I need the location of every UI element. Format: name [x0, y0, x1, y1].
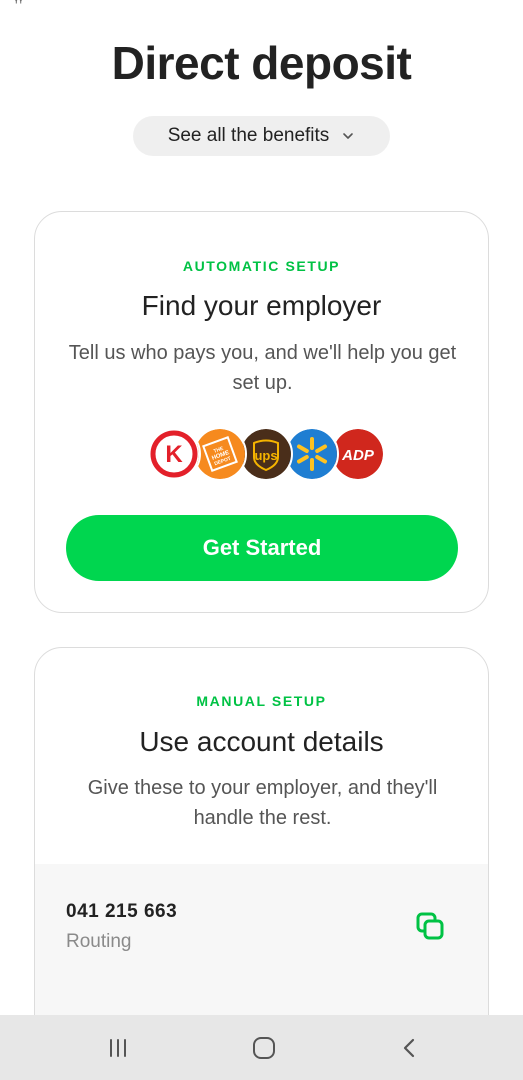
- employer-logos: K THE HOME DEPOT ups ADP: [147, 427, 387, 483]
- system-navigation-bar: [0, 1015, 523, 1080]
- automatic-setup-card: AUTOMATIC SETUP Find your employer Tell …: [34, 211, 489, 613]
- use-account-details-title: Use account details: [139, 726, 384, 757]
- page-title: Direct deposit: [111, 37, 412, 89]
- svg-text:K: K: [165, 441, 183, 468]
- see-all-benefits-button[interactable]: See all the benefits: [133, 116, 390, 156]
- chevron-down-icon: [341, 129, 355, 143]
- routing-number-label: Routing: [66, 931, 132, 952]
- svg-text:ADP: ADP: [341, 447, 375, 464]
- walmart-logo: [285, 427, 339, 481]
- manual-setup-eyebrow: MANUAL SETUP: [196, 693, 327, 709]
- direct-deposit-screen: ᵞᵞ Direct deposit See all the benefits A…: [0, 0, 523, 1080]
- home-icon[interactable]: [244, 1031, 284, 1065]
- adp-logo: ADP: [331, 427, 385, 481]
- svg-text:ups: ups: [254, 448, 277, 463]
- automatic-setup-eyebrow: AUTOMATIC SETUP: [182, 258, 341, 274]
- routing-number-value: 041 215 663: [66, 901, 178, 922]
- account-details-description: Give these to your employer, and they'll…: [87, 777, 438, 829]
- home-depot-logo: THE HOME DEPOT: [193, 427, 247, 481]
- recent-apps-icon[interactable]: [98, 1031, 138, 1065]
- back-icon[interactable]: [390, 1031, 430, 1065]
- get-started-button[interactable]: Get Started: [66, 515, 458, 581]
- find-employer-description: Tell us who pays you, and we'll help you…: [68, 342, 457, 394]
- find-employer-title: Find your employer: [141, 290, 382, 321]
- status-bar-fragment: ᵞᵞ: [14, 0, 23, 8]
- see-all-benefits-label: See all the benefits: [167, 125, 330, 146]
- copy-icon[interactable]: [412, 908, 448, 944]
- manual-setup-card: MANUAL SETUP Use account details Give th…: [34, 647, 489, 1067]
- ups-logo: ups: [239, 427, 293, 481]
- circle-k-logo: K: [147, 427, 201, 481]
